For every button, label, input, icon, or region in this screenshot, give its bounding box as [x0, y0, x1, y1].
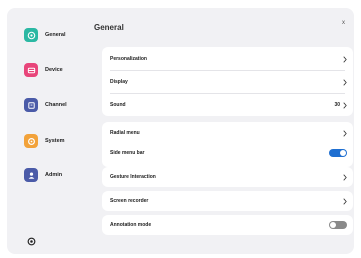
settings-group-gesture: Gesture Interaction — [102, 167, 353, 187]
page-title: General — [94, 23, 124, 32]
sidebar-item-general[interactable]: General — [24, 28, 65, 42]
row-label: Gesture Interaction — [110, 174, 156, 180]
sidebar-item-channel[interactable]: Channel — [24, 98, 67, 112]
row-label: Personalization — [110, 56, 147, 62]
settings-group-menu: Radial menu Side menu bar — [102, 122, 353, 167]
divider — [110, 93, 345, 94]
row-personalization[interactable]: Personalization — [102, 49, 353, 69]
side-menu-bar-toggle[interactable] — [329, 149, 347, 157]
sidebar-item-system[interactable]: System — [24, 134, 65, 148]
row-display[interactable]: Display — [102, 72, 353, 92]
chevron-right-icon — [343, 78, 347, 86]
row-label: Display — [110, 79, 128, 85]
chevron-right-icon — [343, 55, 347, 63]
settings-group-annotation: Annotation mode — [102, 215, 353, 235]
device-icon — [24, 63, 38, 77]
sidebar-item-label: System — [45, 138, 65, 144]
row-label: Annotation mode — [110, 222, 152, 228]
compass-icon — [24, 28, 38, 42]
sound-value: 30 — [334, 102, 340, 108]
row-annotation-mode: Annotation mode — [102, 215, 353, 235]
settings-group-general: Personalization Display Sound 30 — [102, 47, 353, 116]
chevron-right-icon — [343, 197, 347, 205]
row-label: Radial menu — [110, 130, 140, 136]
gear-icon[interactable] — [26, 236, 36, 246]
row-screen-recorder[interactable]: Screen recorder — [102, 191, 353, 211]
row-radial-menu[interactable]: Radial menu — [102, 123, 353, 143]
system-icon — [24, 134, 38, 148]
chevron-right-icon — [343, 173, 347, 181]
row-sound[interactable]: Sound 30 — [102, 95, 353, 115]
divider — [110, 70, 345, 71]
settings-group-recorder: Screen recorder — [102, 191, 353, 211]
row-label: Side menu bar — [110, 150, 145, 156]
sidebar-item-label: Admin — [45, 172, 63, 178]
row-label: Screen recorder — [110, 198, 149, 204]
row-side-menu-bar: Side menu bar — [102, 143, 353, 163]
sidebar: General Device Channel System Admin — [7, 8, 89, 254]
admin-icon — [24, 168, 38, 182]
chevron-right-icon — [343, 129, 347, 137]
sidebar-item-label: Device — [45, 67, 63, 73]
sidebar-item-device[interactable]: Device — [24, 63, 63, 77]
annotation-mode-toggle[interactable] — [329, 221, 347, 229]
sidebar-item-admin[interactable]: Admin — [24, 168, 62, 182]
channel-icon — [24, 98, 38, 112]
close-button[interactable]: x — [342, 20, 345, 26]
chevron-right-icon — [343, 101, 347, 109]
row-gesture-interaction[interactable]: Gesture Interaction — [102, 167, 353, 187]
sidebar-item-label: Channel — [45, 102, 67, 108]
sidebar-item-label: General — [45, 32, 66, 38]
settings-window: General Device Channel System Admin Gene… — [7, 8, 354, 254]
row-label: Sound — [110, 102, 126, 108]
